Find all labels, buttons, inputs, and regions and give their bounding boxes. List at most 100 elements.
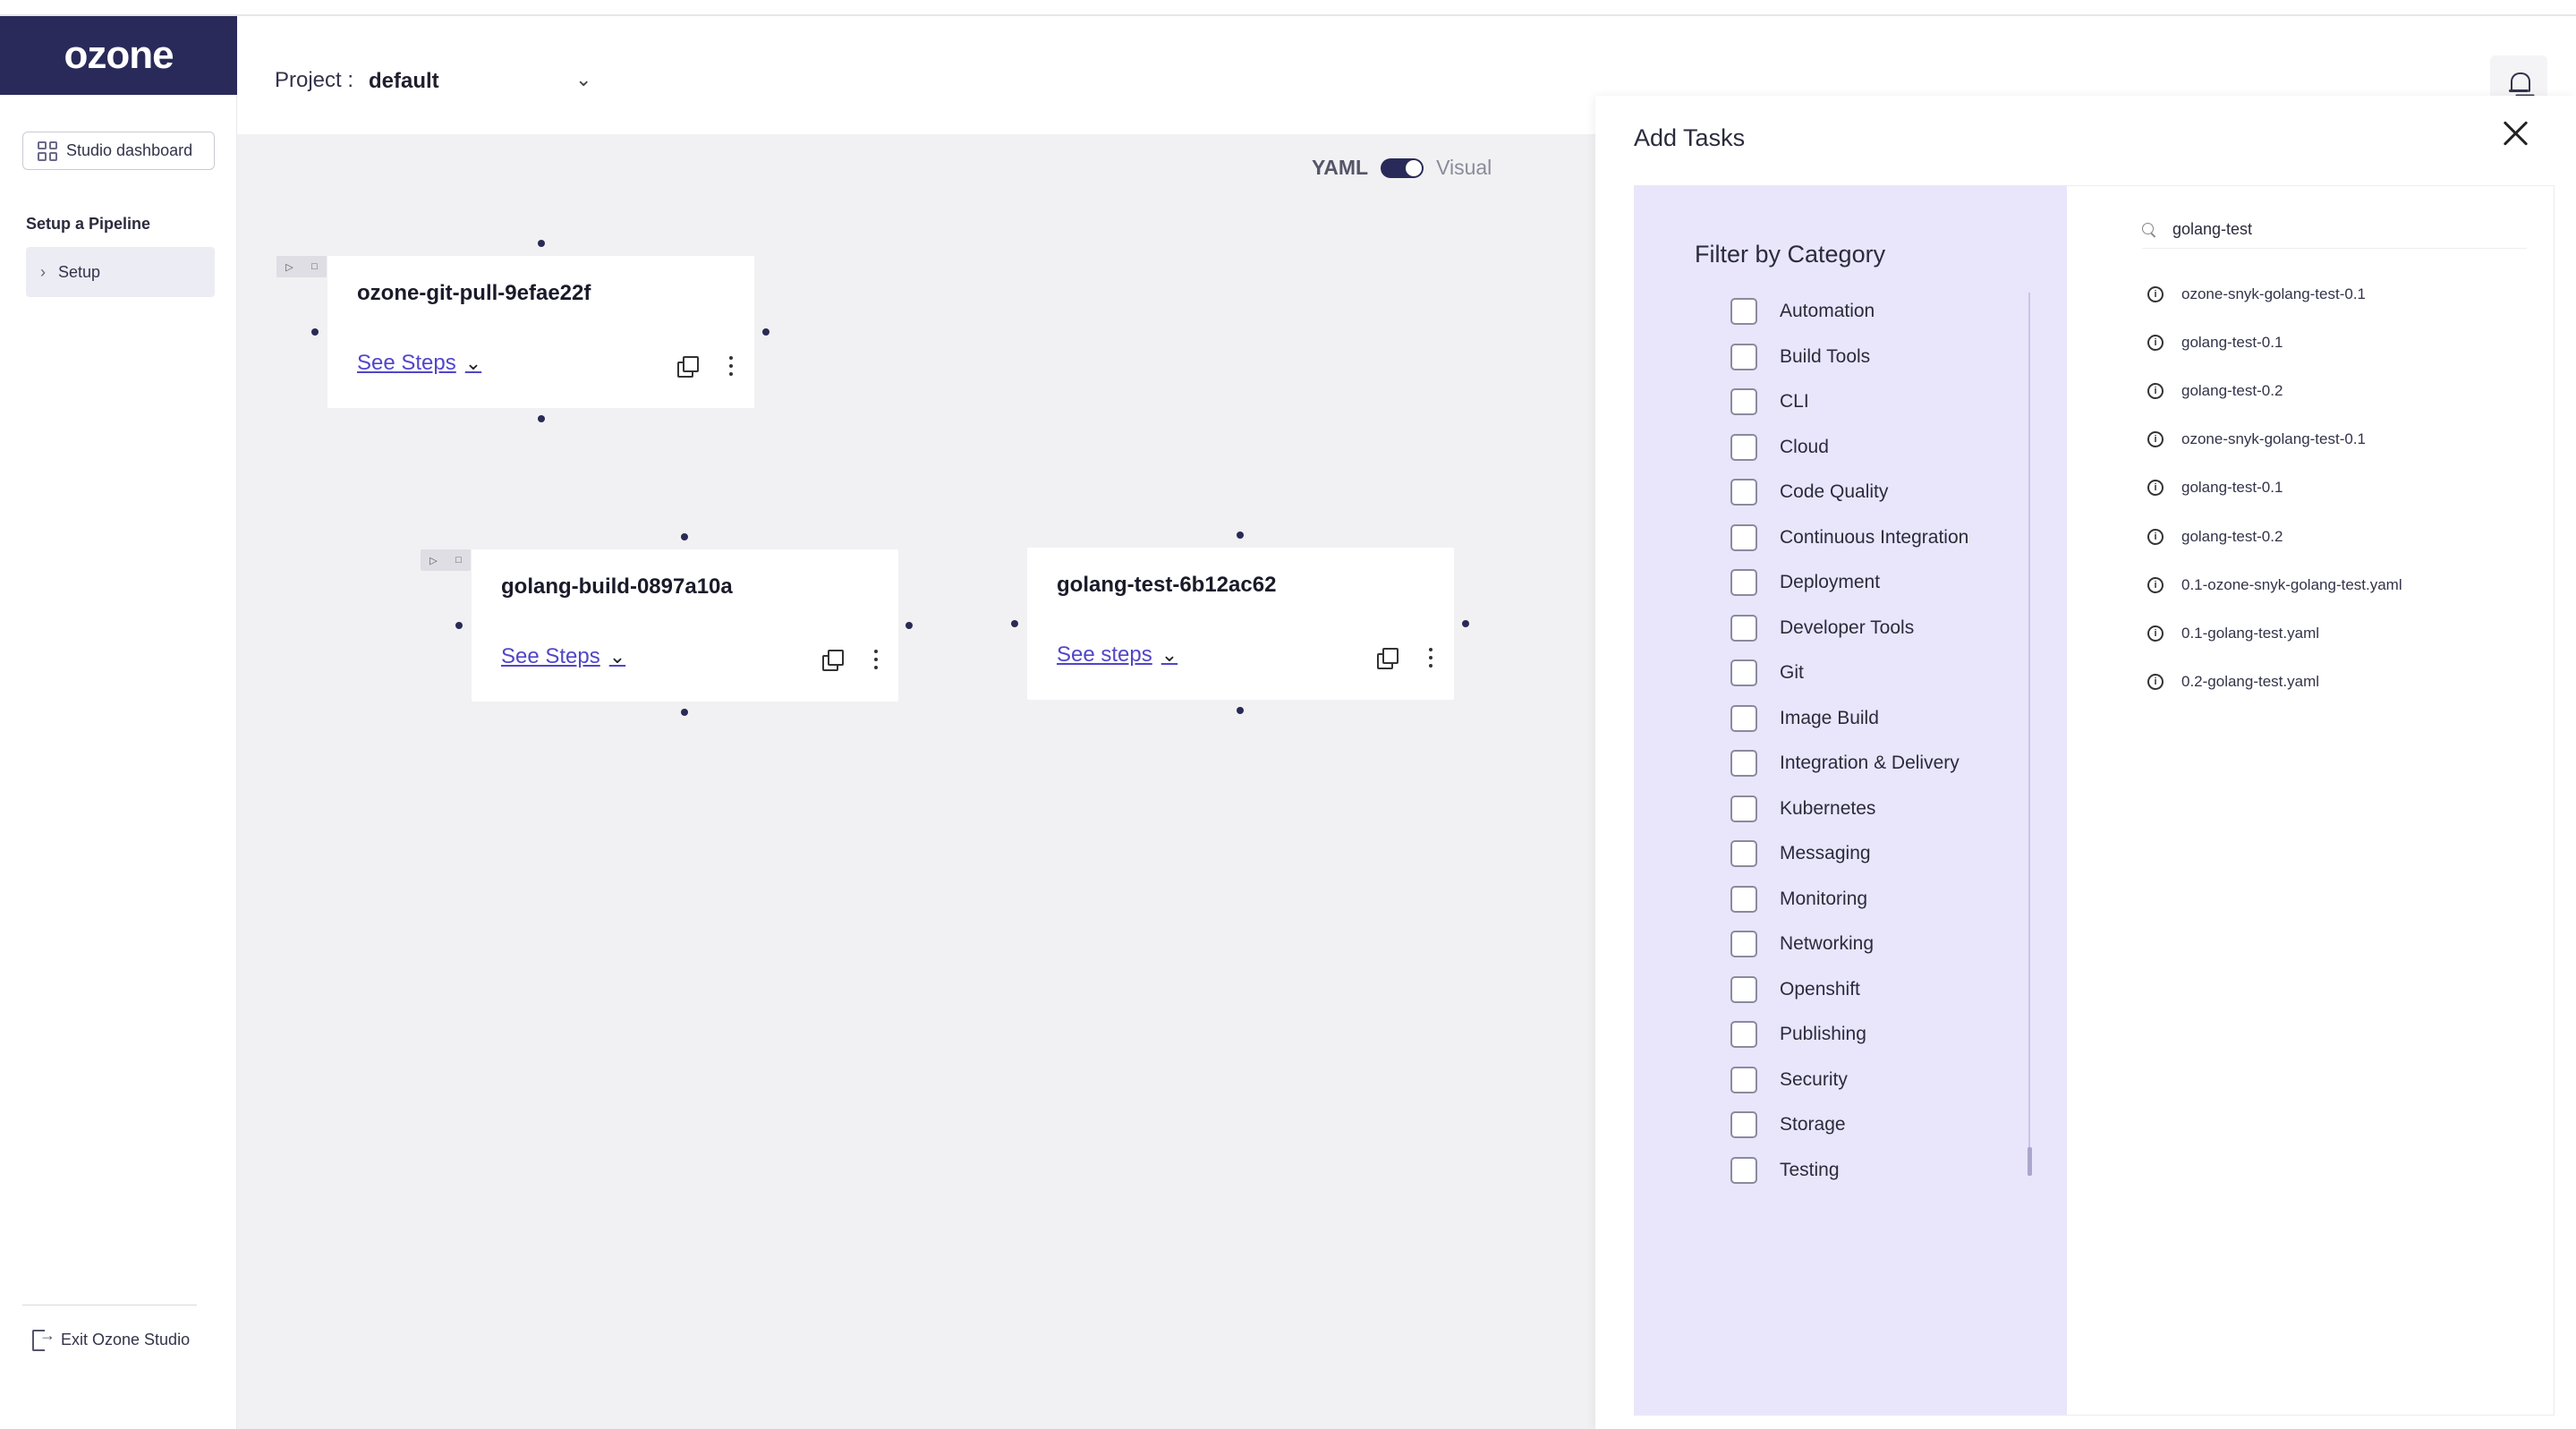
category-checkbox[interactable]: [1730, 1066, 1757, 1093]
info-icon[interactable]: i: [2147, 383, 2164, 400]
studio-dashboard-button[interactable]: Studio dashboard: [22, 132, 215, 170]
info-icon[interactable]: i: [2147, 431, 2164, 448]
exit-ozone-studio-button[interactable]: Exit Ozone Studio: [32, 1326, 190, 1351]
connection-handle[interactable]: [1237, 532, 1244, 539]
node-run-controls[interactable]: ▷ □: [421, 549, 471, 571]
category-item[interactable]: Automation: [1730, 289, 2008, 335]
category-checkbox[interactable]: [1730, 298, 1757, 326]
stop-icon[interactable]: □: [311, 261, 318, 272]
ozone-logo[interactable]: ozone: [0, 16, 237, 95]
category-scroll-thumb[interactable]: [2028, 1147, 2032, 1176]
connection-handle[interactable]: [1237, 707, 1244, 714]
connection-handle[interactable]: [681, 533, 688, 540]
category-checkbox[interactable]: [1730, 931, 1757, 958]
category-item[interactable]: Developer Tools: [1730, 606, 2008, 651]
category-checkbox[interactable]: [1730, 975, 1757, 1003]
see-steps-link[interactable]: See Steps ⌄: [501, 644, 625, 669]
yaml-visual-switch[interactable]: [1381, 157, 1424, 178]
list-item[interactable]: i 0.1-ozone-snyk-golang-test.yaml: [2147, 561, 2402, 609]
category-checkbox[interactable]: [1730, 614, 1757, 642]
sidebar-item-setup[interactable]: › Setup: [26, 247, 215, 297]
list-item[interactable]: i golang-test-0.2: [2147, 367, 2402, 415]
category-checkbox[interactable]: [1730, 1156, 1757, 1184]
connection-handle[interactable]: [905, 622, 913, 629]
connection-handle[interactable]: [538, 240, 545, 247]
copy-icon[interactable]: [1377, 648, 1399, 669]
category-item[interactable]: Kubernetes: [1730, 787, 2008, 832]
more-options-icon[interactable]: [727, 356, 735, 376]
see-steps-link[interactable]: See steps ⌄: [1057, 642, 1177, 668]
play-icon[interactable]: ▷: [285, 261, 293, 273]
info-icon[interactable]: i: [2147, 625, 2164, 642]
category-item[interactable]: Integration & Delivery: [1730, 741, 2008, 787]
see-steps-link[interactable]: See Steps ⌄: [357, 351, 481, 376]
task-search[interactable]: [2142, 211, 2527, 249]
project-select[interactable]: default: [369, 69, 439, 94]
category-checkbox[interactable]: [1730, 1111, 1757, 1139]
more-options-icon[interactable]: [871, 650, 880, 669]
category-item[interactable]: Code Quality: [1730, 470, 2008, 515]
category-item[interactable]: Image Build: [1730, 696, 2008, 742]
pipeline-node[interactable]: ozone-git-pull-9efae22f See Steps ⌄: [327, 256, 754, 408]
list-item[interactable]: i ozone-snyk-golang-test-0.1: [2147, 270, 2402, 319]
list-item[interactable]: i golang-test-0.1: [2147, 464, 2402, 512]
info-icon[interactable]: i: [2147, 286, 2164, 303]
category-item[interactable]: Networking: [1730, 922, 2008, 967]
category-checkbox[interactable]: [1730, 885, 1757, 913]
info-icon[interactable]: i: [2147, 335, 2164, 352]
category-item[interactable]: Git: [1730, 651, 2008, 696]
info-icon[interactable]: i: [2147, 673, 2164, 690]
category-checkbox[interactable]: [1730, 704, 1757, 732]
list-item[interactable]: i golang-test-0.1: [2147, 319, 2402, 367]
category-checkbox[interactable]: [1730, 523, 1757, 551]
category-item[interactable]: Security: [1730, 1058, 2008, 1103]
copy-icon[interactable]: [822, 650, 844, 671]
category-item[interactable]: Build Tools: [1730, 335, 2008, 380]
category-item[interactable]: Continuous Integration: [1730, 515, 2008, 561]
category-item[interactable]: Monitoring: [1730, 877, 2008, 923]
category-item[interactable]: Deployment: [1730, 560, 2008, 606]
list-item[interactable]: i golang-test-0.2: [2147, 512, 2402, 560]
category-checkbox[interactable]: [1730, 433, 1757, 461]
category-checkbox[interactable]: [1730, 343, 1757, 370]
chevron-down-icon[interactable]: ⌄: [575, 68, 591, 91]
play-icon[interactable]: ▷: [429, 555, 437, 566]
info-icon[interactable]: i: [2147, 528, 2164, 545]
pipeline-node[interactable]: golang-build-0897a10a See Steps ⌄: [472, 549, 898, 702]
category-checkbox[interactable]: [1730, 659, 1757, 687]
category-item[interactable]: Storage: [1730, 1102, 2008, 1148]
connection-handle[interactable]: [538, 415, 545, 422]
more-options-icon[interactable]: [1426, 648, 1435, 668]
search-input[interactable]: [2172, 220, 2512, 239]
info-icon[interactable]: i: [2147, 576, 2164, 593]
category-item[interactable]: Messaging: [1730, 831, 2008, 877]
connection-handle[interactable]: [455, 622, 463, 629]
category-scrollbar[interactable]: [2028, 293, 2030, 1165]
close-icon[interactable]: [2499, 117, 2531, 149]
node-run-controls[interactable]: ▷ □: [276, 256, 327, 277]
category-checkbox[interactable]: [1730, 840, 1757, 868]
category-item[interactable]: Testing: [1730, 1148, 2008, 1194]
category-checkbox[interactable]: [1730, 479, 1757, 506]
category-checkbox[interactable]: [1730, 795, 1757, 822]
connection-handle[interactable]: [1462, 620, 1469, 627]
connection-handle[interactable]: [762, 328, 769, 336]
category-checkbox[interactable]: [1730, 1021, 1757, 1049]
list-item[interactable]: i 0.2-golang-test.yaml: [2147, 658, 2402, 706]
category-checkbox[interactable]: [1730, 750, 1757, 778]
category-checkbox[interactable]: [1730, 388, 1757, 416]
list-item[interactable]: i ozone-snyk-golang-test-0.1: [2147, 415, 2402, 464]
connection-handle[interactable]: [681, 709, 688, 716]
info-icon[interactable]: i: [2147, 480, 2164, 497]
list-item[interactable]: i 0.1-golang-test.yaml: [2147, 609, 2402, 658]
category-item[interactable]: Cloud: [1730, 425, 2008, 471]
category-item[interactable]: Openshift: [1730, 967, 2008, 1013]
pipeline-canvas[interactable]: YAML Visual ▷ □ ozone-git-pull-9efae22f S…: [237, 134, 1597, 1429]
connection-handle[interactable]: [311, 328, 319, 336]
category-item[interactable]: CLI: [1730, 379, 2008, 425]
pipeline-node[interactable]: golang-test-6b12ac62 See steps ⌄: [1027, 548, 1454, 700]
copy-icon[interactable]: [677, 356, 699, 378]
stop-icon[interactable]: □: [455, 555, 462, 566]
category-checkbox[interactable]: [1730, 569, 1757, 597]
category-item[interactable]: Publishing: [1730, 1012, 2008, 1058]
